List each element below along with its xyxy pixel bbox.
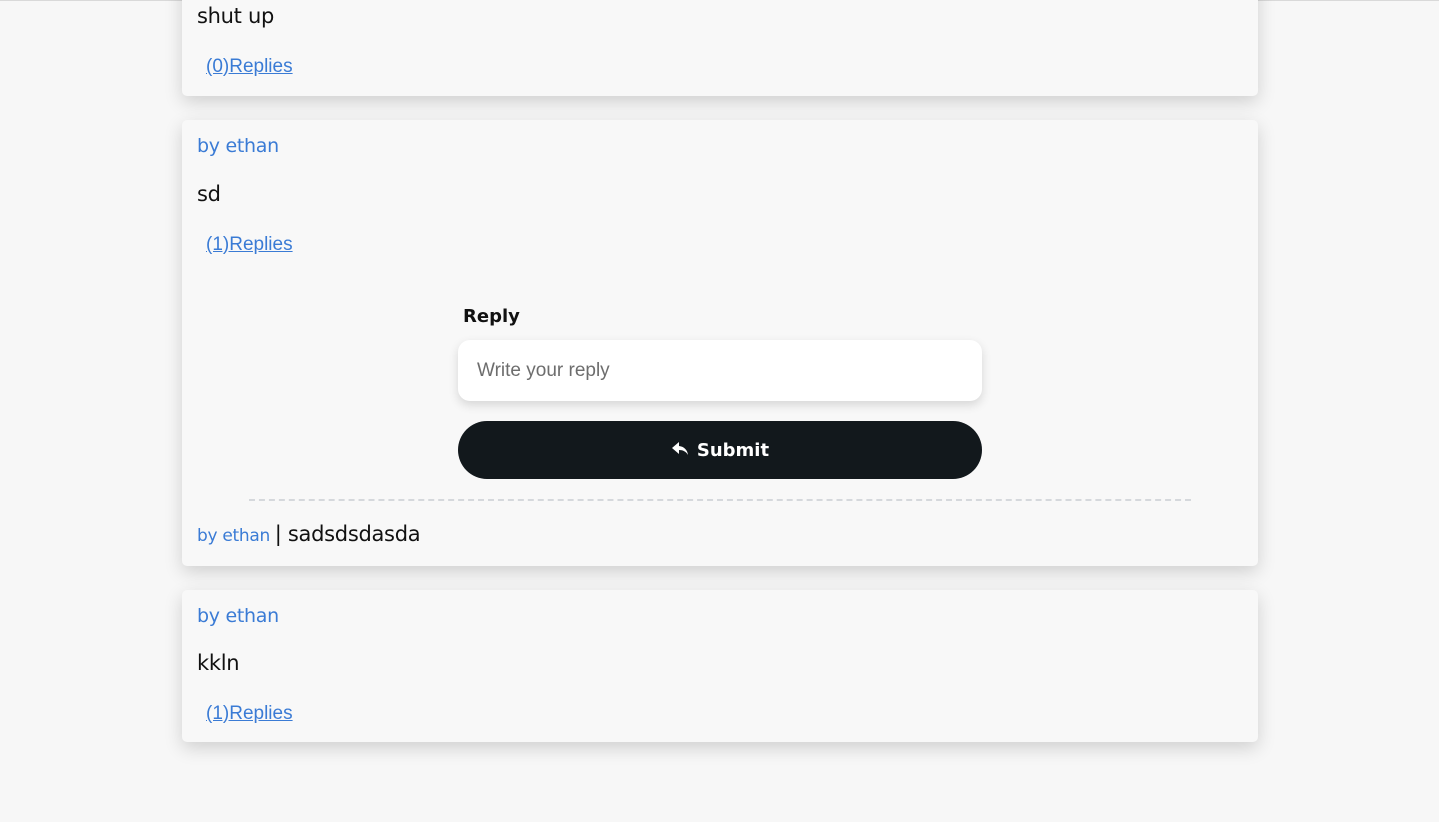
replies-link[interactable]: (1)Replies — [206, 703, 293, 725]
reply-author[interactable]: by ethan — [197, 526, 270, 546]
comment-body: sd — [197, 182, 221, 206]
submit-button[interactable]: Submit — [458, 421, 982, 479]
reply-input[interactable] — [458, 340, 982, 401]
reply-text: sadsdsdasda — [287, 522, 421, 546]
comment-body: kkln — [197, 651, 240, 675]
comment-card: by ethan sd (1)Replies Reply Submit by e… — [182, 120, 1258, 566]
reply-separator: | — [274, 522, 288, 546]
comment-author[interactable]: by ethan — [197, 135, 279, 157]
submit-label: Submit — [696, 439, 770, 461]
reply-item: by ethan | sadsdsdasda — [197, 522, 421, 546]
comment-card: by ethan kkln (1)Replies — [182, 590, 1258, 742]
reply-form-label: Reply — [463, 306, 520, 327]
reply-divider — [249, 499, 1191, 501]
reply-arrow-icon — [671, 441, 691, 459]
replies-link[interactable]: (1)Replies — [206, 234, 293, 256]
replies-link[interactable]: (0)Replies — [206, 56, 293, 78]
comment-card: shut up (0)Replies — [182, 0, 1258, 96]
comment-body: shut up — [197, 4, 275, 28]
comment-author[interactable]: by ethan — [197, 605, 279, 627]
